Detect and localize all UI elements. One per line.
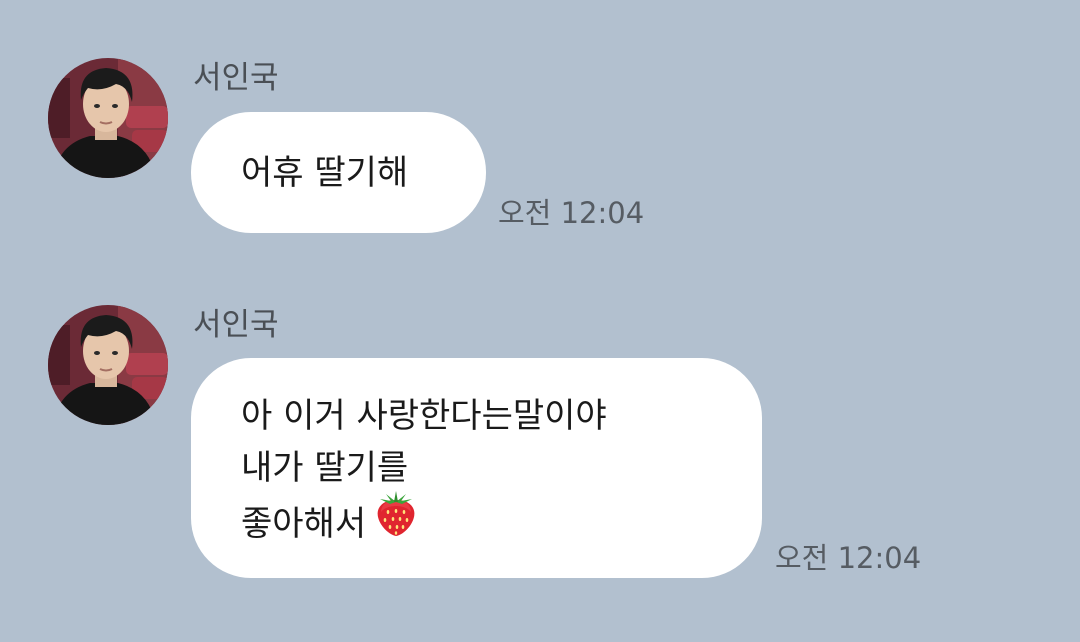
sender-name: 서인국 (193, 307, 279, 343)
profile-photo-icon (48, 58, 168, 178)
message-timestamp: 오전 12:04 (498, 196, 645, 230)
avatar[interactable] (48, 58, 168, 178)
message-text: 어휴 딸기해 (241, 153, 409, 193)
avatar[interactable] (48, 305, 168, 425)
strawberry-icon (374, 490, 418, 553)
message-timestamp: 오전 12:04 (775, 541, 922, 575)
message-bubble[interactable]: 어휴 딸기해 (191, 112, 486, 233)
message-text-line: 아 이거 사랑한다는말이야 (241, 396, 607, 436)
message-bubble[interactable]: 아 이거 사랑한다는말이야 내가 딸기를 좋아해서 (191, 358, 762, 578)
message-text: 좋아해서 (241, 504, 367, 544)
sender-name: 서인국 (193, 60, 279, 96)
message-text-line: 좋아해서 (241, 491, 762, 557)
message-text-line: 내가 딸기를 (241, 448, 409, 488)
profile-photo-icon (48, 305, 168, 425)
